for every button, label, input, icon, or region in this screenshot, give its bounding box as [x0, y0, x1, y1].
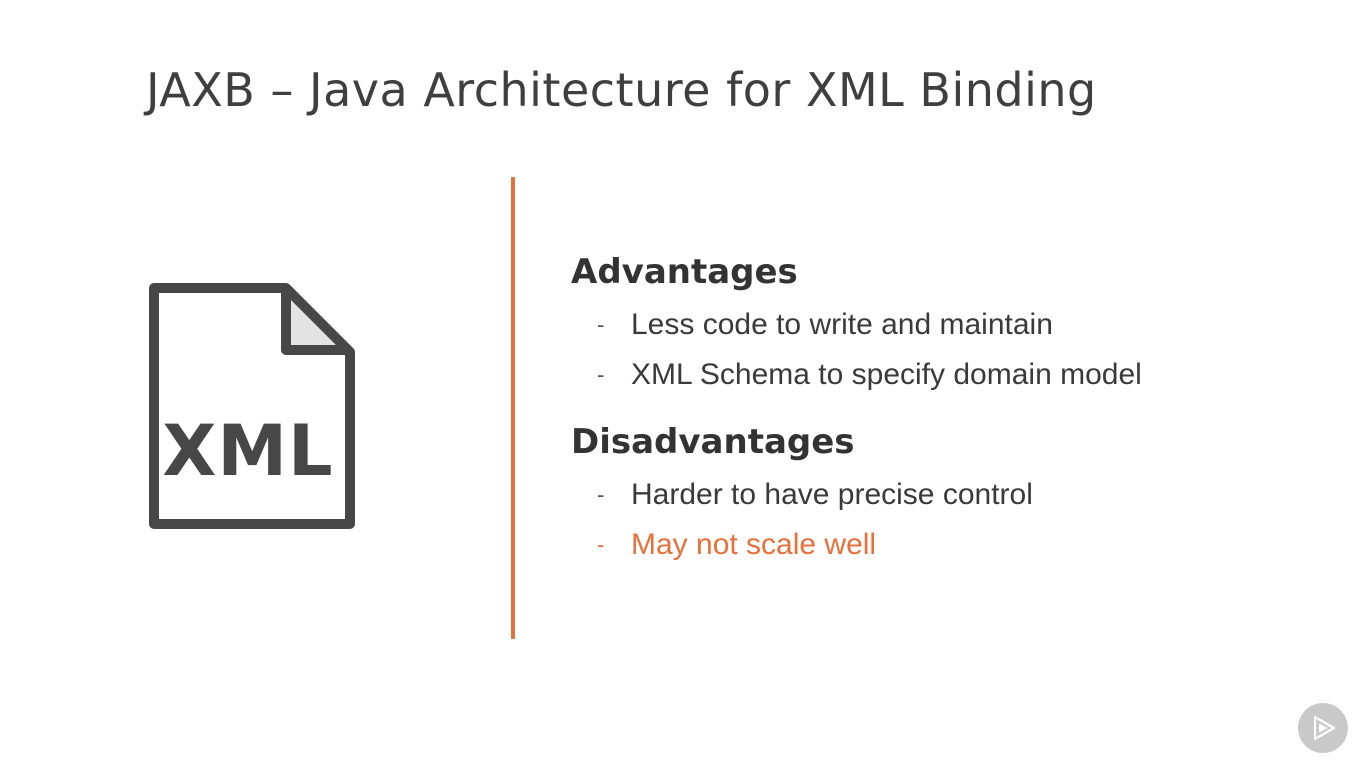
bullet-text: XML Schema to specify domain model [631, 358, 1142, 391]
list-item: - Harder to have precise control [571, 470, 1331, 520]
list-item-highlighted: - May not scale well [571, 520, 1331, 570]
bullet-text: Less code to write and maintain [631, 308, 1053, 341]
bullet-dash: - [597, 482, 605, 507]
slide-title: JAXB – Java Architecture for XML Binding [146, 63, 1097, 117]
advantages-heading: Advantages [571, 252, 798, 292]
list-item: - XML Schema to specify domain model [571, 350, 1331, 400]
slide: JAXB – Java Architecture for XML Binding… [0, 0, 1366, 768]
vertical-divider [511, 177, 515, 639]
advantages-list: - Less code to write and maintain - XML … [571, 300, 1331, 400]
disadvantages-list: - Harder to have precise control - May n… [571, 470, 1331, 570]
play-logo-icon[interactable] [1298, 703, 1348, 753]
bullet-dash: - [597, 362, 605, 387]
bullet-dash: - [597, 532, 605, 557]
content-panel: Advantages - Less code to write and main… [571, 250, 1331, 570]
bullet-text: May not scale well [631, 528, 877, 561]
bullet-dash: - [597, 312, 605, 337]
xml-file-icon: XML [146, 280, 358, 532]
bullet-text: Harder to have precise control [631, 478, 1033, 511]
xml-icon-label: XML [162, 410, 333, 492]
disadvantages-heading: Disadvantages [571, 422, 855, 462]
list-item: - Less code to write and maintain [571, 300, 1331, 350]
